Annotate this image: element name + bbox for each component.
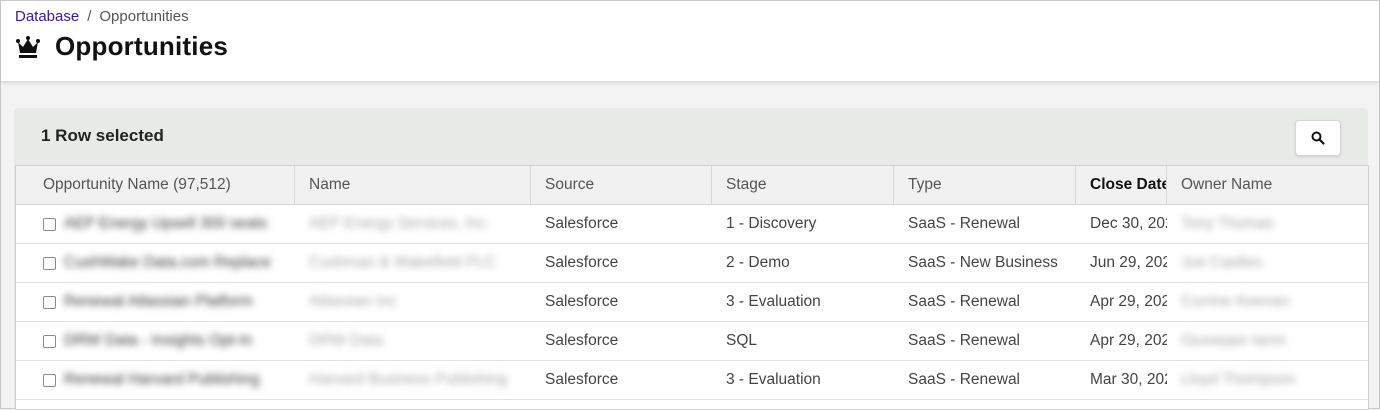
opportunity-name[interactable]: Renewal Harvard Publishing [64, 361, 260, 399]
owner-cell: Corrine Keenan [1167, 283, 1368, 321]
close-date-cell: Apr 29, 2023 [1090, 332, 1167, 349]
owner-name: Giuseppe Ianni [1181, 332, 1286, 349]
account-name[interactable]: Cushman & Wakefield PLC [309, 244, 496, 282]
account-name[interactable]: AEP Energy Services, Inc. [309, 205, 491, 243]
owner-cell: Giuseppe Ianni [1167, 322, 1368, 360]
opportunity-name[interactable]: DRW Data - Insights Opt-In [64, 322, 252, 360]
title-row: Opportunities [15, 31, 228, 62]
column-header-owner-name[interactable]: Owner Name [1167, 166, 1368, 204]
search-icon [1311, 131, 1325, 145]
table-row[interactable]: AEP Energy Upsell 300 seats AEP Energy S… [16, 205, 1368, 244]
column-header-type[interactable]: Type [894, 166, 1076, 204]
breadcrumb-current: Opportunities [99, 8, 189, 25]
breadcrumb-separator: / [87, 8, 92, 25]
row-checkbox[interactable] [43, 218, 56, 231]
table-row[interactable]: Renewal Harvard Publishing Harvard Busin… [16, 361, 1368, 400]
name-cell: DRW Data [295, 322, 531, 360]
name-cell: Atlassian Inc [295, 283, 531, 321]
table-row[interactable]: DRW Data - Insights Opt-In DRW Data Sale… [16, 322, 1368, 361]
name-cell: Harvard Business Publishing [295, 361, 531, 399]
opportunities-table: Opportunity Name (97,512) Name Source St… [15, 165, 1369, 410]
crown-icon [16, 35, 40, 58]
stage-cell: 3 - Evaluation [726, 371, 821, 388]
close-date-cell: Dec 30, 2023 [1090, 215, 1167, 232]
name-cell: Cushman & Wakefield PLC [295, 244, 531, 282]
close-date-cell: Apr 29, 2023 [1090, 293, 1167, 310]
opportunity-name-cell: CushWake Data.com Replace [16, 244, 295, 282]
column-header-stage[interactable]: Stage [712, 166, 894, 204]
account-name[interactable]: Atlassian Inc [309, 283, 397, 321]
column-header-opportunity-name[interactable]: Opportunity Name (97,512) [16, 166, 295, 204]
row-checkbox[interactable] [43, 374, 56, 387]
table-header: Opportunity Name (97,512) Name Source St… [16, 166, 1368, 205]
opportunity-name-cell: Renewal Harvard Publishing [16, 361, 295, 399]
owner-name: Lloyd Thompson [1181, 371, 1296, 388]
type-cell: SaaS - New Business [908, 254, 1058, 271]
type-cell: SaaS - Renewal [908, 371, 1021, 388]
type-cell: SaaS - Renewal [908, 332, 1021, 349]
owner-cell: Lloyd Thompson [1167, 361, 1368, 399]
stage-cell: 3 - Evaluation [726, 293, 821, 310]
row-checkbox[interactable] [43, 296, 56, 309]
search-button[interactable] [1295, 120, 1341, 156]
source-cell: Salesforce [545, 254, 619, 271]
source-cell: Salesforce [545, 371, 619, 388]
stage-cell: 2 - Demo [726, 254, 790, 271]
column-header-name[interactable]: Name [295, 166, 531, 204]
row-checkbox[interactable] [43, 257, 56, 270]
owner-name: Tony Thomas [1181, 215, 1274, 232]
opportunity-name-cell: Renewal Atlassian Platform [16, 283, 295, 321]
stage-cell: 1 - Discovery [726, 215, 817, 232]
source-cell: Salesforce [545, 332, 619, 349]
account-name[interactable]: DRW Data [309, 322, 383, 360]
page-title: Opportunities [55, 31, 229, 61]
source-cell: Salesforce [545, 215, 619, 232]
results-panel: 1 Row selected Opportunity Name (97,512)… [14, 108, 1369, 410]
name-cell: AEP Energy Services, Inc. [295, 205, 531, 243]
opportunity-name[interactable]: Renewal Atlassian Platform [64, 283, 253, 321]
source-cell: Salesforce [545, 293, 619, 310]
owner-cell: Tony Thomas [1167, 205, 1368, 243]
table-row[interactable]: CushWake Data.com Replace Cushman & Wake… [16, 244, 1368, 283]
account-name[interactable]: Harvard Business Publishing [309, 361, 507, 399]
stage-cell: SQL [726, 332, 758, 349]
owner-name: Joe Castles [1181, 254, 1262, 271]
breadcrumb-database-link[interactable]: Database [15, 8, 79, 25]
opportunity-name-cell: AEP Energy Upsell 300 seats [16, 205, 295, 243]
row-checkbox[interactable] [43, 335, 56, 348]
column-header-source[interactable]: Source [531, 166, 712, 204]
breadcrumb: Database / Opportunities [15, 8, 189, 25]
owner-name: Corrine Keenan [1181, 293, 1290, 310]
column-header-close-date[interactable]: Close Date [1076, 166, 1167, 204]
type-cell: SaaS - Renewal [908, 293, 1021, 310]
page-header: Database / Opportunities Opportunities [1, 1, 1379, 82]
table-row[interactable]: Renewal Atlassian Platform Atlassian Inc… [16, 283, 1368, 322]
opportunity-name[interactable]: CushWake Data.com Replace [64, 244, 271, 282]
owner-cell: Joe Castles [1167, 244, 1368, 282]
type-cell: SaaS - Renewal [908, 215, 1021, 232]
opportunity-name-cell: DRW Data - Insights Opt-In [16, 322, 295, 360]
close-date-cell: Jun 29, 2023 [1090, 254, 1167, 271]
close-date-cell: Mar 30, 2023 [1090, 371, 1167, 388]
selection-count: 1 Row selected [41, 126, 164, 145]
opportunity-name[interactable]: AEP Energy Upsell 300 seats [64, 205, 267, 243]
